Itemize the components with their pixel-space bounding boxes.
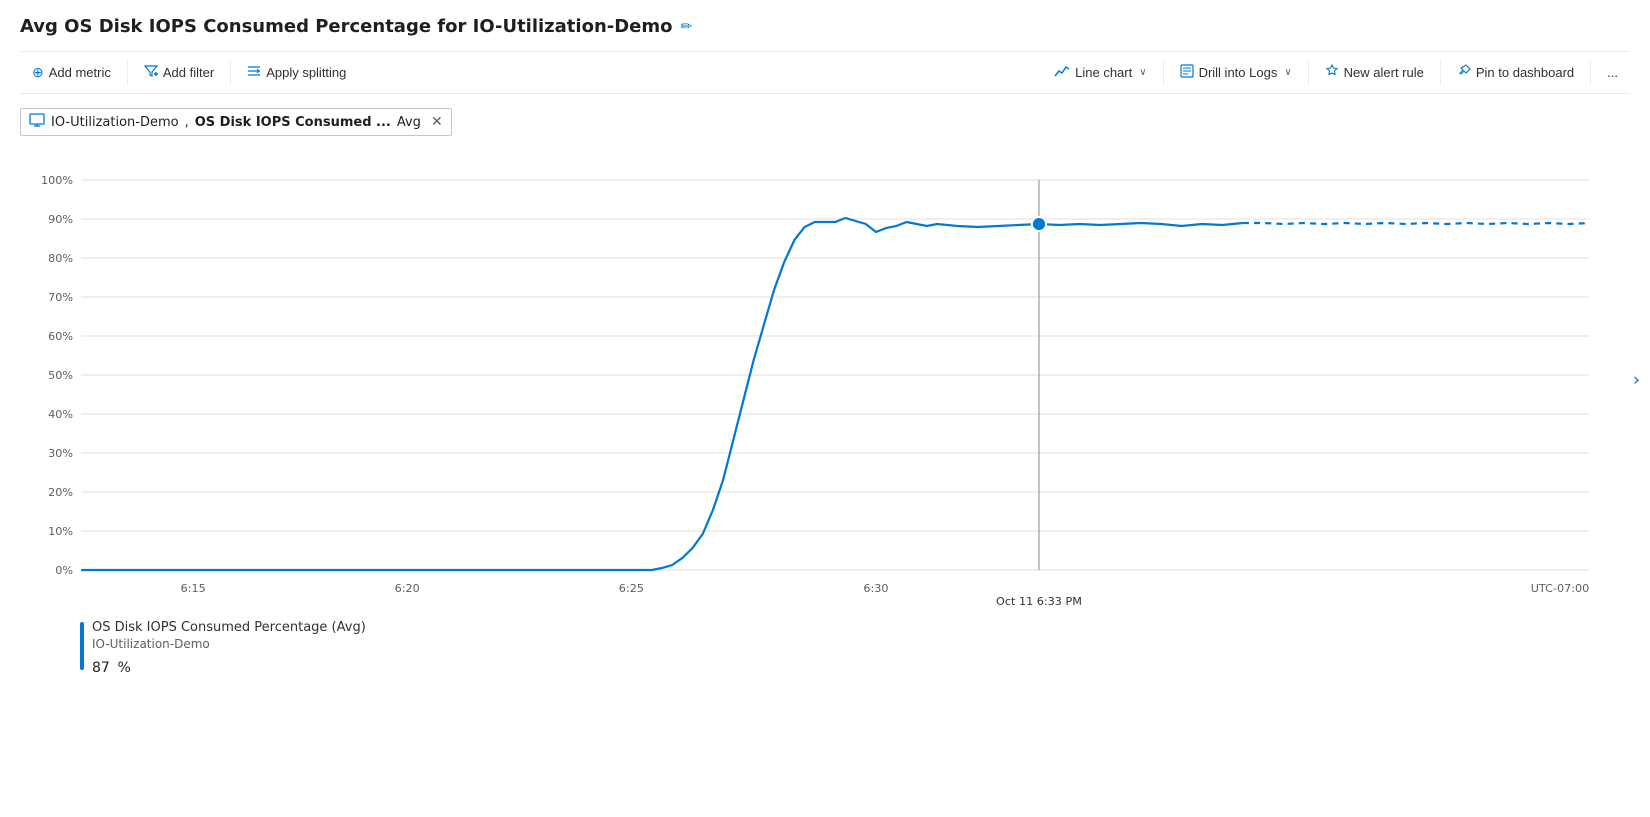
- svg-text:70%: 70%: [48, 291, 73, 304]
- svg-text:6:20: 6:20: [395, 582, 420, 595]
- legend-value-unit: %: [118, 660, 131, 676]
- vm-icon: [29, 113, 45, 131]
- add-filter-icon: [144, 64, 158, 81]
- add-metric-button[interactable]: ⊕ Add metric: [20, 58, 123, 87]
- drill-logs-label: Drill into Logs: [1199, 65, 1278, 80]
- more-label: ...: [1607, 65, 1618, 80]
- scroll-right-arrow[interactable]: ›: [1633, 370, 1640, 391]
- legend-color-bar: [80, 622, 84, 670]
- apply-splitting-icon: [247, 64, 261, 81]
- toolbar-separator-1: [127, 61, 128, 85]
- svg-text:90%: 90%: [48, 213, 73, 226]
- drill-logs-button[interactable]: Drill into Logs ∨: [1168, 58, 1304, 87]
- page-container: Avg OS Disk IOPS Consumed Percentage for…: [0, 0, 1650, 817]
- line-chart-label: Line chart: [1075, 65, 1132, 80]
- legend-value: 87 %: [92, 653, 366, 678]
- apply-splitting-button[interactable]: Apply splitting: [235, 58, 358, 87]
- svg-text:60%: 60%: [48, 330, 73, 343]
- drill-logs-chevron: ∨: [1284, 67, 1291, 78]
- toolbar-separator-6: [1590, 61, 1591, 85]
- toolbar-separator-3: [1163, 61, 1164, 85]
- legend-title: OS Disk IOPS Consumed Percentage (Avg): [92, 620, 366, 635]
- chart-area: 100% 90% 80% 70% 60% 50% 40% 30% 20% 10%…: [20, 150, 1630, 610]
- metric-vm-name: IO-Utilization-Demo: [51, 115, 179, 130]
- toolbar-separator-4: [1308, 61, 1309, 85]
- legend-area: OS Disk IOPS Consumed Percentage (Avg) I…: [20, 620, 1630, 678]
- pin-dashboard-icon: [1457, 64, 1471, 81]
- svg-text:100%: 100%: [41, 174, 73, 187]
- pin-dashboard-button[interactable]: Pin to dashboard: [1445, 58, 1586, 87]
- svg-text:10%: 10%: [48, 525, 73, 538]
- metric-tag: IO-Utilization-Demo, OS Disk IOPS Consum…: [20, 108, 452, 136]
- line-chart-button[interactable]: Line chart ∨: [1042, 58, 1158, 87]
- svg-text:50%: 50%: [48, 369, 73, 382]
- svg-text:6:25: 6:25: [619, 582, 644, 595]
- toolbar: ⊕ Add metric Add filter Apply spl: [20, 51, 1630, 94]
- drill-logs-icon: [1180, 64, 1194, 81]
- svg-text:6:30: 6:30: [863, 582, 888, 595]
- svg-text:6:15: 6:15: [181, 582, 206, 595]
- chart-svg: 100% 90% 80% 70% 60% 50% 40% 30% 20% 10%…: [20, 150, 1630, 610]
- more-button[interactable]: ...: [1595, 59, 1630, 86]
- add-metric-icon: ⊕: [32, 64, 44, 81]
- edit-icon[interactable]: ✏: [681, 19, 693, 35]
- metric-aggregation: Avg: [397, 115, 421, 130]
- svg-text:Oct 11 6:33 PM: Oct 11 6:33 PM: [996, 595, 1082, 608]
- new-alert-button[interactable]: New alert rule: [1313, 58, 1436, 87]
- metric-name: OS Disk IOPS Consumed ...: [195, 115, 391, 130]
- new-alert-icon: [1325, 64, 1339, 81]
- svg-text:0%: 0%: [55, 564, 73, 577]
- new-alert-label: New alert rule: [1344, 65, 1424, 80]
- toolbar-separator-2: [230, 61, 231, 85]
- add-filter-button[interactable]: Add filter: [132, 58, 226, 87]
- pin-dashboard-label: Pin to dashboard: [1476, 65, 1574, 80]
- toolbar-right: Line chart ∨ Drill into Logs ∨: [1042, 58, 1630, 87]
- line-chart-chevron: ∨: [1139, 67, 1146, 78]
- title-row: Avg OS Disk IOPS Consumed Percentage for…: [20, 16, 1630, 37]
- svg-text:80%: 80%: [48, 252, 73, 265]
- toolbar-separator-5: [1440, 61, 1441, 85]
- apply-splitting-label: Apply splitting: [266, 65, 346, 80]
- legend-value-number: 87: [92, 660, 110, 676]
- legend-text-block: OS Disk IOPS Consumed Percentage (Avg) I…: [92, 620, 366, 678]
- add-filter-label: Add filter: [163, 65, 214, 80]
- svg-text:40%: 40%: [48, 408, 73, 421]
- metric-tag-close-button[interactable]: ✕: [431, 114, 443, 130]
- svg-text:UTC-07:00: UTC-07:00: [1531, 582, 1590, 595]
- add-metric-label: Add metric: [49, 65, 111, 80]
- svg-text:20%: 20%: [48, 486, 73, 499]
- line-chart-icon: [1054, 64, 1070, 81]
- legend-subtitle: IO-Utilization-Demo: [92, 637, 366, 651]
- page-title: Avg OS Disk IOPS Consumed Percentage for…: [20, 16, 673, 37]
- svg-text:30%: 30%: [48, 447, 73, 460]
